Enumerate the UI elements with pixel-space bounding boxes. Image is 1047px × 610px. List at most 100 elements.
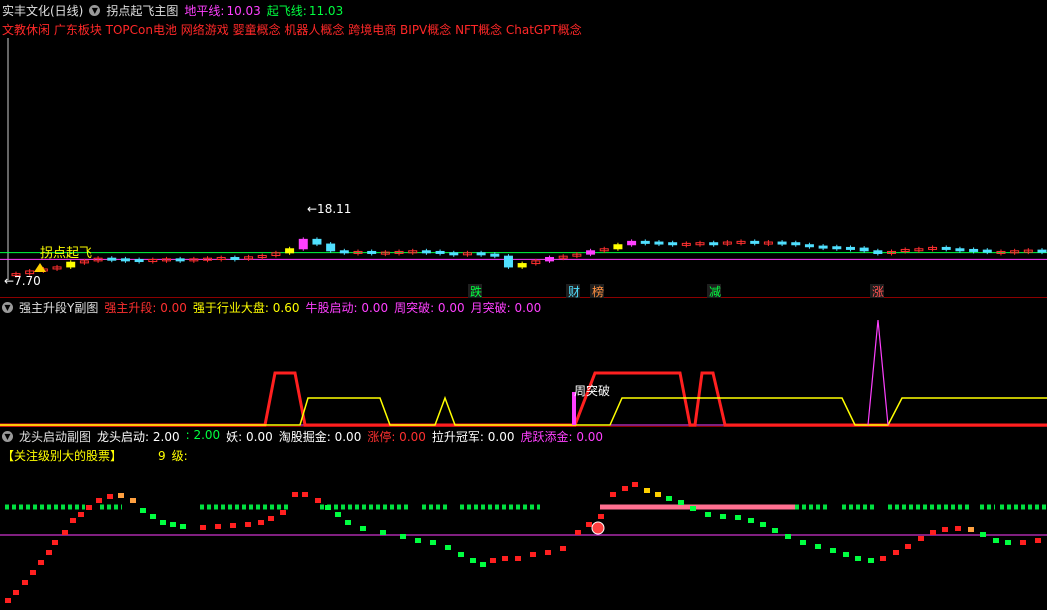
leader-bar (735, 515, 741, 520)
candle (982, 249, 992, 253)
limit-up-bar (118, 493, 124, 498)
candle (969, 248, 979, 252)
leader-bar (360, 526, 366, 531)
chart-canvas[interactable]: ←18.11 ←7.70 拐点起飞跌 财榜 减 涨周突破 (0, 0, 1047, 610)
leader-bar (993, 538, 999, 543)
limit-up-bar (955, 526, 961, 531)
leader-bar (705, 512, 711, 517)
limit-up-bar (905, 544, 911, 549)
takeoff-icon (34, 263, 46, 272)
candle (312, 238, 322, 245)
candle (586, 250, 596, 255)
candle (476, 252, 486, 256)
leader-bar (415, 538, 421, 543)
leader-bar (980, 532, 986, 537)
leader-bar (325, 505, 331, 510)
leader-bar (815, 544, 821, 549)
leader-bar (180, 524, 186, 529)
candle (777, 241, 787, 245)
candle (517, 263, 527, 268)
limit-up-bar (46, 550, 52, 555)
leader-bar (868, 558, 874, 563)
leader-bar (690, 506, 696, 511)
event-marker: 财 (568, 285, 580, 299)
leader-bar (458, 552, 464, 557)
leader-bar (140, 508, 146, 513)
limit-up-bar (292, 492, 298, 497)
candle (791, 242, 801, 246)
candle (859, 247, 869, 252)
candle (804, 244, 814, 248)
limit-up-bar (130, 498, 136, 503)
limit-up-bar (258, 520, 264, 525)
leader-bar (160, 520, 166, 525)
leader-bar (1005, 540, 1011, 545)
limit-up-bar (586, 522, 592, 527)
candle (640, 240, 650, 244)
candle (818, 245, 828, 249)
leader-bar (855, 556, 861, 561)
candle (230, 257, 240, 261)
limit-up-bar (38, 560, 44, 565)
leader-bar (380, 530, 386, 535)
leader-bar (785, 534, 791, 539)
limit-up-bar (632, 482, 638, 487)
leader-bar (666, 496, 672, 501)
limit-up-bar (575, 530, 581, 535)
candle (134, 259, 144, 263)
weekly-break-label: 周突破 (574, 383, 610, 398)
leader-bar (430, 540, 436, 545)
leader-bar (748, 518, 754, 523)
candle (832, 246, 842, 250)
limit-up-bar (560, 546, 566, 551)
candle (941, 246, 951, 250)
limit-up-bar (515, 556, 521, 561)
limit-up-bar (280, 510, 286, 515)
leader-bar (335, 512, 341, 517)
candle (326, 243, 336, 252)
candle (545, 257, 555, 262)
leader-bar (720, 514, 726, 519)
limit-up-bar (893, 550, 899, 555)
limit-up-bar (245, 522, 251, 527)
candle (845, 246, 855, 250)
limit-up-bar (107, 494, 113, 499)
limit-up-bar (622, 486, 628, 491)
limit-up-bar (62, 530, 68, 535)
candle (367, 250, 377, 254)
candle (449, 252, 459, 256)
leader-bar (480, 562, 486, 567)
event-marker: 跌 (470, 284, 482, 299)
candle (175, 258, 185, 262)
limit-up-bar (70, 518, 76, 523)
limit-up-bar (5, 598, 11, 603)
candle (654, 241, 664, 245)
limit-up-bar (22, 580, 28, 585)
limit-up-bar (502, 556, 508, 561)
limit-up-bar (942, 527, 948, 532)
strong-rise-line (0, 371, 1047, 427)
candle (955, 248, 965, 252)
limit-up-bar (268, 516, 274, 521)
leader-bar (830, 548, 836, 553)
candle (339, 250, 349, 254)
low-price-label: ←7.70 (4, 274, 41, 288)
limit-up-bar (610, 492, 616, 497)
signal-label: 拐点起飞 (40, 246, 92, 261)
limit-up-bar (1035, 538, 1041, 543)
event-marker: 减 (709, 285, 721, 299)
leader-bar (843, 552, 849, 557)
leader-bar (400, 534, 406, 539)
limit-up-bar (86, 505, 92, 510)
limit-up-bar (598, 514, 604, 519)
red-ball-icon (591, 521, 605, 535)
limit-up-bar (1020, 540, 1026, 545)
candle (613, 244, 623, 250)
candle (709, 242, 719, 246)
limit-up-bar (644, 488, 650, 493)
candle (120, 258, 130, 262)
limit-up-bar (230, 523, 236, 528)
candle (668, 242, 678, 246)
candle (503, 255, 513, 268)
leader-bar (760, 522, 766, 527)
